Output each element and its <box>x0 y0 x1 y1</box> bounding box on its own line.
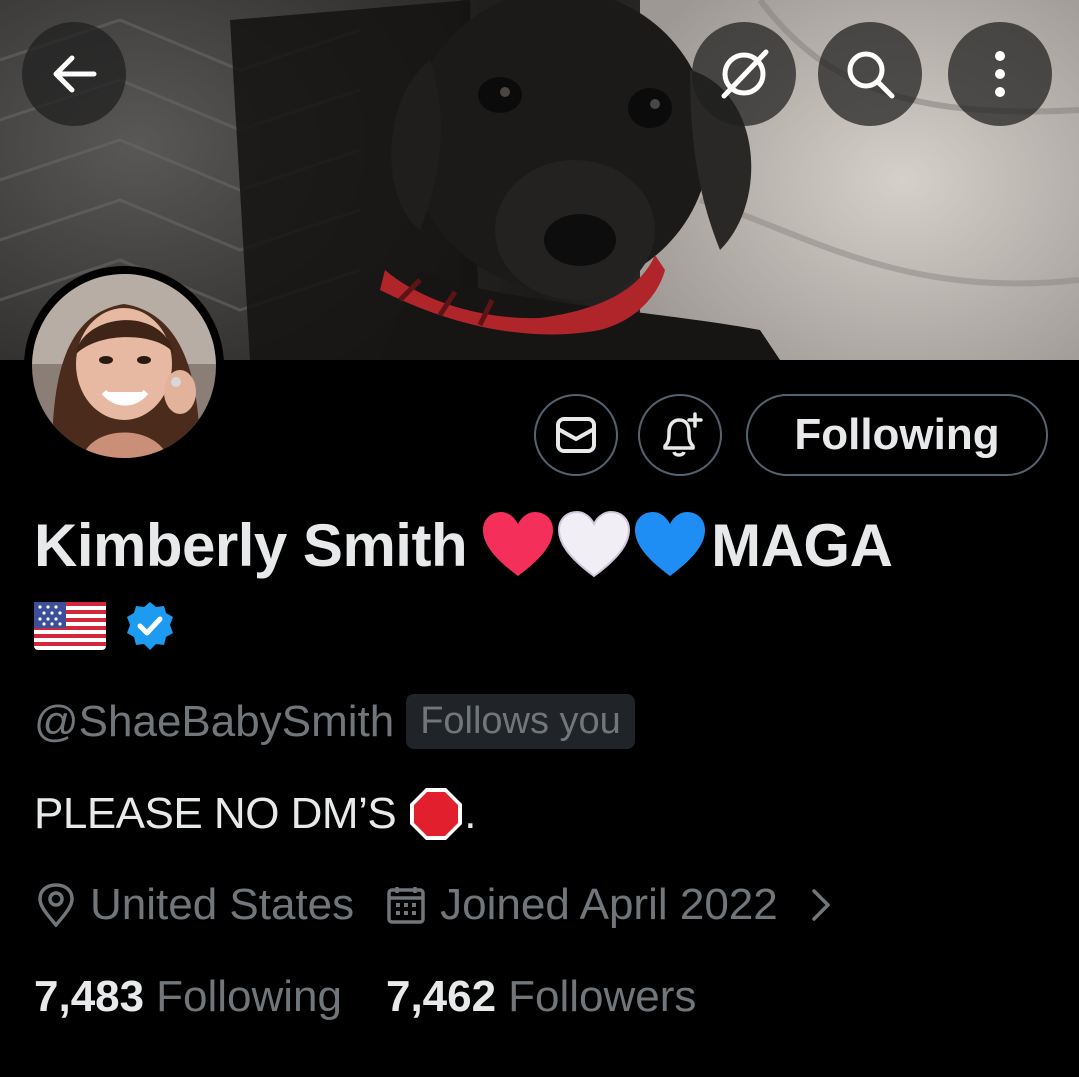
bio: PLEASE NO DM’S . <box>34 786 476 842</box>
red-heart-icon <box>483 512 554 576</box>
handle-row: @ShaeBabySmith Follows you <box>34 694 635 749</box>
joined-date[interactable]: Joined April 2022 <box>386 880 834 930</box>
stop-sign-icon <box>410 788 463 840</box>
location: United States <box>36 880 354 930</box>
more-vertical-icon <box>995 51 1005 97</box>
location-pin-icon <box>38 883 74 927</box>
following-button[interactable]: Following <box>746 394 1048 476</box>
handle: @ShaeBabySmith <box>34 696 395 746</box>
arrow-left-icon <box>53 55 97 93</box>
display-name-suffix: MAGA <box>711 511 893 579</box>
profile-meta: United States Joined April 2022 <box>36 880 834 930</box>
calendar-icon <box>387 887 425 924</box>
bio-text: PLEASE NO DM’S <box>34 789 397 838</box>
avatar[interactable] <box>24 266 224 466</box>
avatar-image <box>32 274 216 458</box>
us-flag-icon <box>34 602 106 650</box>
joined-text: Joined April 2022 <box>440 880 778 929</box>
grok-button[interactable] <box>692 22 796 126</box>
more-button[interactable] <box>948 22 1052 126</box>
follow-stats: 7,483 Following 7,462 Followers <box>34 972 740 1022</box>
bio-end: . <box>464 789 476 838</box>
heart-emojis <box>483 510 706 578</box>
followers-label: Followers <box>508 972 697 1021</box>
display-name: Kimberly Smith MAGA <box>34 510 893 580</box>
follows-you-badge: Follows you <box>406 694 635 749</box>
search-icon <box>847 51 895 99</box>
back-button[interactable] <box>22 22 126 126</box>
chevron-right-icon <box>812 889 830 921</box>
grok-icon <box>721 49 769 99</box>
display-name-text: Kimberly Smith <box>34 511 468 579</box>
location-text: United States <box>90 880 355 929</box>
name-badges <box>34 600 176 652</box>
followers-stat[interactable]: 7,462 Followers <box>386 972 696 1022</box>
following-stat[interactable]: 7,483 Following <box>34 972 342 1022</box>
following-count: 7,483 <box>34 972 145 1021</box>
followers-count: 7,462 <box>385 972 497 1021</box>
mail-icon <box>556 417 596 453</box>
white-heart-icon <box>558 510 631 578</box>
message-button[interactable] <box>534 394 618 476</box>
blue-heart-icon <box>635 512 706 576</box>
search-button[interactable] <box>818 22 922 126</box>
bell-plus-icon <box>663 412 703 457</box>
verified-badge-icon[interactable] <box>124 600 176 652</box>
following-label: Following <box>156 972 342 1021</box>
following-button-label: Following <box>794 410 1000 459</box>
notifications-button[interactable] <box>638 394 722 476</box>
